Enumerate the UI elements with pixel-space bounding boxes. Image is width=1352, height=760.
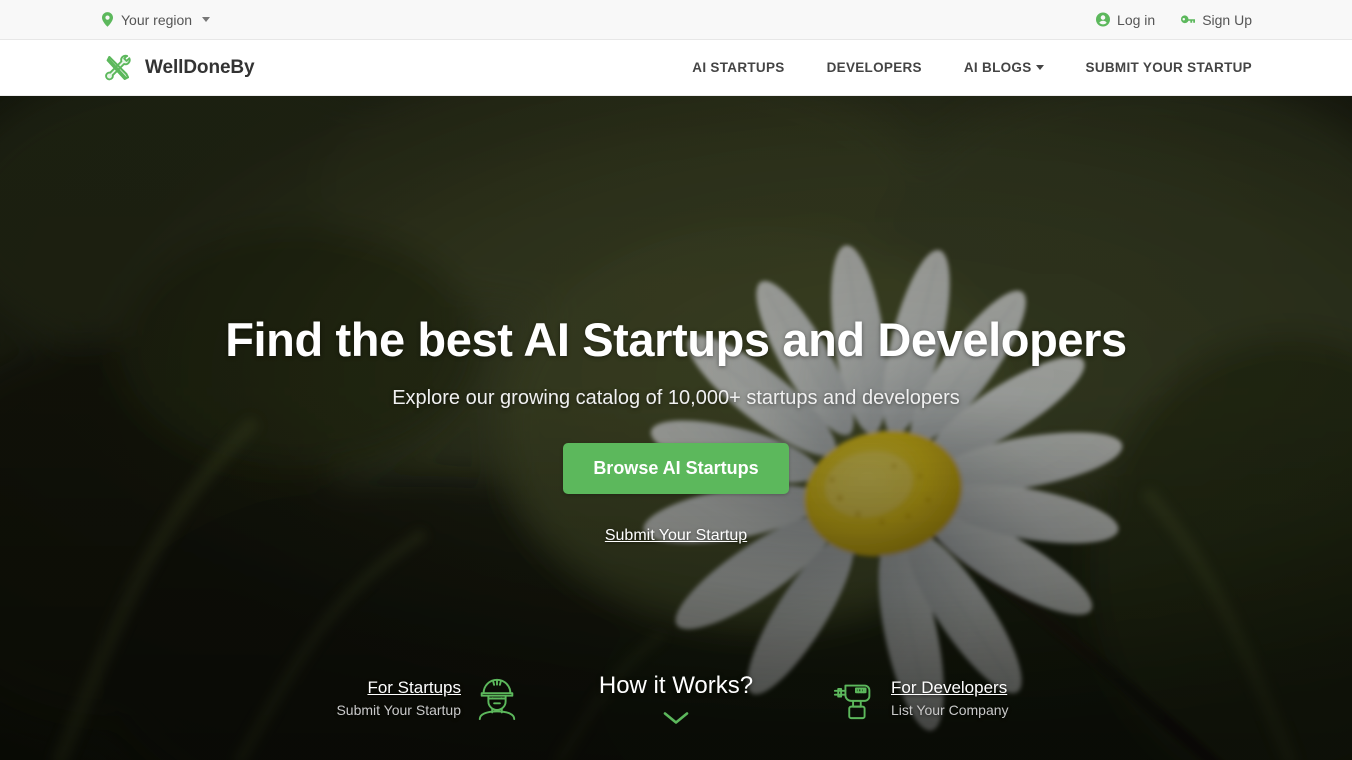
for-developers-text: For Developers List Your Company [891, 678, 1009, 718]
for-startups-text: For Startups Submit Your Startup [336, 678, 461, 718]
nav-label: AI STARTUPS [692, 60, 785, 75]
signup-label: Sign Up [1202, 11, 1252, 28]
nav-item-submit-your-startup[interactable]: SUBMIT YOUR STARTUP [1065, 60, 1252, 75]
region-label: Your region [121, 11, 193, 28]
for-developers-title: For Developers [891, 678, 1008, 697]
brand-name: WellDoneBy [145, 56, 255, 78]
nav-label: SUBMIT YOUR STARTUP [1085, 60, 1252, 75]
submit-your-startup-link[interactable]: Submit Your Startup [605, 527, 747, 545]
top-utility-bar: Your region Log in Sign Up [0, 0, 1352, 40]
nav-item-ai-blogs[interactable]: AI BLOGS [943, 60, 1065, 75]
hero-bottom-center: How it Works? [526, 672, 826, 725]
key-icon [1181, 12, 1196, 28]
how-it-works-link[interactable]: How it Works? [599, 672, 753, 725]
for-developers-promo[interactable]: For Developers List Your Company [832, 675, 1009, 721]
for-startups-promo[interactable]: For Startups Submit Your Startup [336, 675, 520, 721]
topbar-right-group: Log in Sign Up [1096, 12, 1252, 28]
chevron-down-icon [663, 711, 689, 725]
hero-title: Find the best AI Startups and Developers [225, 313, 1127, 366]
chevron-down-icon [202, 17, 211, 22]
topbar-left-group: Your region [100, 11, 211, 28]
hero-bottom-bar: For Startups Submit Your Startup How it … [0, 636, 1352, 760]
login-label: Log in [1117, 11, 1156, 28]
map-pin-icon [100, 12, 114, 28]
hero-bottom-right: For Developers List Your Company [826, 675, 1252, 721]
hero-subtitle: Explore our growing catalog of 10,000+ s… [392, 386, 960, 409]
hero-section: Find the best AI Startups and Developers… [0, 96, 1352, 760]
nav-label: AI BLOGS [963, 60, 1032, 75]
chevron-down-icon [1035, 65, 1044, 70]
browse-ai-startups-button[interactable]: Browse AI Startups [563, 442, 789, 494]
how-it-works-label: How it Works? [598, 671, 754, 699]
main-navbar: WellDoneBy AI STARTUPS DEVELOPERS AI BLO… [0, 40, 1352, 96]
region-selector[interactable]: Your region [100, 11, 211, 28]
for-startups-title: For Startups [367, 678, 461, 697]
user-circle-icon [1096, 12, 1111, 28]
hero-bottom-left: For Startups Submit Your Startup [100, 675, 526, 721]
login-link[interactable]: Log in [1096, 12, 1155, 28]
signup-link[interactable]: Sign Up [1181, 12, 1252, 28]
brand-home-link[interactable]: WellDoneBy [100, 51, 255, 85]
for-developers-subtitle: List Your Company [891, 702, 1009, 718]
nav-item-ai-startups[interactable]: AI STARTUPS [671, 60, 805, 75]
for-startups-subtitle: Submit Your Startup [336, 702, 461, 718]
power-drill-icon [832, 675, 878, 721]
nav-item-developers[interactable]: DEVELOPERS [806, 60, 943, 75]
pencil-wrench-logo-icon [100, 51, 134, 85]
construction-worker-icon [474, 675, 520, 721]
nav-label: DEVELOPERS [826, 60, 922, 75]
primary-nav: AI STARTUPS DEVELOPERS AI BLOGS SUBMIT Y… [671, 60, 1252, 75]
